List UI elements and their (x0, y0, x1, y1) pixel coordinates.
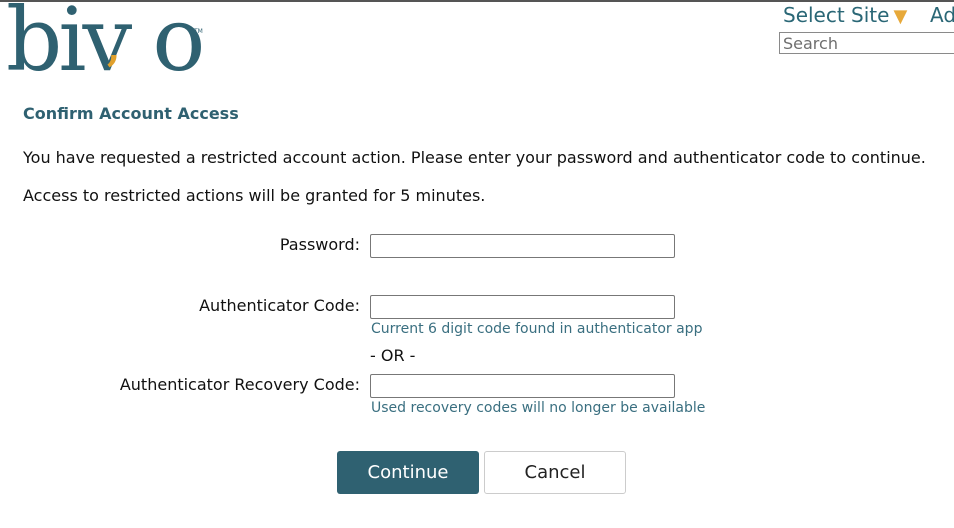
auth-code-hint: Current 6 digit code found in authentica… (371, 321, 703, 337)
grant-note-text: Access to restricted actions will be gra… (23, 186, 486, 205)
search-input[interactable] (779, 32, 954, 54)
auth-code-field[interactable] (370, 295, 675, 319)
cancel-button[interactable]: Cancel (484, 451, 626, 494)
or-separator: - OR - (370, 346, 416, 365)
select-site-label: Select Site (783, 3, 890, 27)
bivio-logo[interactable]: bivio , TM (6, 0, 206, 91)
password-label: Password: (279, 235, 360, 254)
continue-button[interactable]: Continue (337, 451, 479, 494)
auth-code-label: Authenticator Code: (199, 296, 360, 315)
recovery-code-label: Authenticator Recovery Code: (119, 375, 360, 394)
logo-wordmark: bivio (6, 0, 205, 91)
select-site-menu[interactable]: Select Site ▼ (783, 3, 907, 29)
logo-comma-mark: , (107, 25, 121, 70)
page-title: Confirm Account Access (23, 104, 239, 123)
dropdown-arrow-icon: ▼ (893, 6, 908, 27)
trademark-mark: TM (194, 28, 203, 35)
password-field[interactable] (370, 234, 675, 258)
intro-text: You have requested a restricted account … (23, 148, 926, 167)
recovery-code-hint: Used recovery codes will no longer be av… (371, 400, 706, 416)
recovery-code-field[interactable] (370, 374, 675, 398)
add-link[interactable]: Ad (930, 3, 954, 27)
